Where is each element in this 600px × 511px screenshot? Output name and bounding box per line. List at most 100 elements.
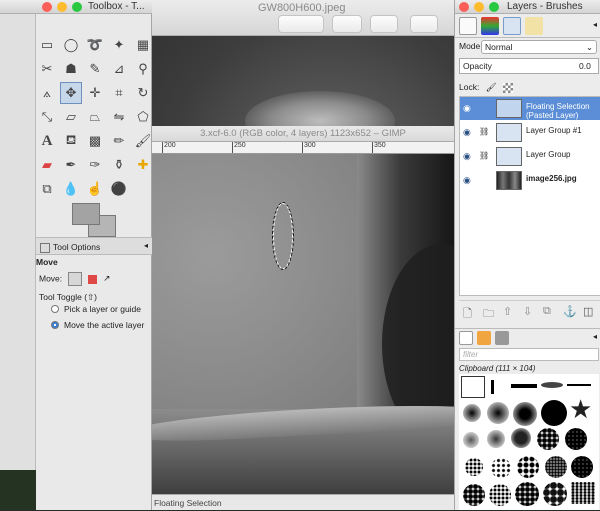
- zoom-tool-icon[interactable]: ⚲: [132, 58, 154, 80]
- ink-icon[interactable]: ✑: [84, 154, 106, 176]
- layer-row[interactable]: ◉ ⛓ Layer Group: [460, 145, 600, 168]
- new-group-icon[interactable]: 🗀: [483, 305, 494, 324]
- tab-menu-icon[interactable]: ◂: [144, 241, 148, 250]
- cage-icon[interactable]: ⬠: [132, 106, 154, 128]
- brush-item[interactable]: [465, 458, 483, 476]
- floating-selection-outline[interactable]: [272, 202, 294, 270]
- dock-close-icon[interactable]: [459, 2, 469, 12]
- brush-filter-input[interactable]: filter: [459, 348, 599, 361]
- layer-row[interactable]: ◉ image256.jpg: [460, 169, 600, 192]
- visibility-eye-icon[interactable]: ◉: [463, 151, 471, 162]
- text-tool-icon[interactable]: A: [36, 130, 58, 152]
- raise-layer-icon[interactable]: ⇧: [503, 305, 512, 318]
- brush-item[interactable]: [541, 382, 563, 388]
- brush-item[interactable]: [537, 428, 559, 450]
- paths-icon[interactable]: ✎: [84, 58, 106, 80]
- scissors-icon[interactable]: ✂: [36, 58, 58, 80]
- foreground-color[interactable]: [72, 203, 100, 225]
- brush-item[interactable]: [567, 384, 591, 386]
- brush-item[interactable]: [491, 458, 511, 478]
- markup-button[interactable]: [278, 15, 324, 33]
- duplicate-layer-icon[interactable]: ⧉: [543, 305, 551, 318]
- flip-icon[interactable]: ⇋: [108, 106, 130, 128]
- opacity-slider[interactable]: Opacity: [459, 58, 599, 74]
- brush-item[interactable]: [571, 482, 595, 504]
- tab-channels-icon[interactable]: [481, 17, 499, 35]
- mode-select[interactable]: Normal ⌄: [481, 40, 597, 54]
- toolbox-button[interactable]: [370, 15, 398, 33]
- visibility-eye-icon[interactable]: ◉: [463, 127, 471, 138]
- brush-item[interactable]: [491, 380, 494, 394]
- tab-tool-options[interactable]: Tool Options: [40, 240, 104, 254]
- chain-icon[interactable]: ⛓: [479, 127, 489, 136]
- visibility-eye-icon[interactable]: ◉: [463, 175, 471, 186]
- scale-icon[interactable]: ⤡: [36, 106, 58, 128]
- canvas[interactable]: [152, 154, 454, 494]
- pencil-icon[interactable]: ✏: [108, 130, 130, 152]
- lower-layer-icon[interactable]: ⇩: [523, 305, 532, 318]
- layer-row[interactable]: ◉ Floating Selection (Pasted Layer): [460, 97, 600, 120]
- brush-item[interactable]: [517, 456, 539, 478]
- color-swatches[interactable]: [72, 203, 120, 237]
- tab-paths-icon[interactable]: [503, 17, 521, 35]
- move-selection-icon[interactable]: [87, 274, 97, 284]
- rect-select-icon[interactable]: ▭: [36, 34, 58, 56]
- move-tool-icon[interactable]: ✥: [60, 82, 82, 104]
- gradient-icon[interactable]: ▩: [84, 130, 106, 152]
- brush-item[interactable]: [487, 430, 505, 448]
- brush-item[interactable]: [463, 432, 479, 448]
- brush-item[interactable]: [571, 456, 593, 478]
- brush-item[interactable]: [463, 404, 481, 422]
- share-button[interactable]: [410, 15, 438, 33]
- opacity-value[interactable]: 0.0: [579, 61, 591, 71]
- eraser-icon[interactable]: ▰: [36, 154, 58, 176]
- lasso-icon[interactable]: ➰: [84, 34, 106, 56]
- brush-item[interactable]: [487, 402, 509, 424]
- tab-gradients-icon[interactable]: [495, 331, 509, 345]
- close-icon[interactable]: [42, 2, 52, 12]
- horizontal-ruler[interactable]: 200 250 300 350: [152, 142, 454, 154]
- perspective-clone-icon[interactable]: ⧉: [36, 178, 58, 200]
- foreground-select-icon[interactable]: ☗: [60, 58, 82, 80]
- zoom-icon[interactable]: [72, 2, 82, 12]
- align-icon[interactable]: ✛: [84, 82, 106, 104]
- lock-alpha-icon[interactable]: [502, 82, 513, 93]
- radio-move-active-layer[interactable]: [51, 321, 59, 329]
- option-move-active-layer-label[interactable]: Move the active layer: [64, 320, 144, 330]
- brush-item[interactable]: [545, 456, 567, 478]
- fuzzy-select-icon[interactable]: ✦: [108, 34, 130, 56]
- ellipse-select-icon[interactable]: ◯: [60, 34, 82, 56]
- brush-tab-menu-icon[interactable]: ◂: [593, 332, 597, 341]
- airbrush-icon[interactable]: ✒: [60, 154, 82, 176]
- minimize-icon[interactable]: [57, 2, 67, 12]
- measure-icon[interactable]: ⟑: [36, 82, 58, 104]
- tab-brushes-icon[interactable]: [459, 331, 473, 345]
- brush-item[interactable]: [511, 384, 537, 388]
- brush-item[interactable]: [463, 484, 485, 506]
- new-layer-icon[interactable]: 🗋: [463, 305, 472, 324]
- anchor-layer-icon[interactable]: ⚓: [563, 305, 577, 318]
- paintbrush-icon[interactable]: 🖌: [132, 130, 154, 152]
- brush-item[interactable]: [565, 428, 587, 450]
- move-path-icon[interactable]: ↗: [103, 273, 110, 283]
- dodge-burn-icon[interactable]: ⚫: [108, 178, 130, 200]
- color-picker-icon[interactable]: ⊿: [108, 58, 130, 80]
- brush-item[interactable]: [489, 484, 511, 506]
- brush-item[interactable]: [515, 482, 539, 506]
- dock-minimize-icon[interactable]: [474, 2, 484, 12]
- crop-icon[interactable]: ⌗: [108, 82, 130, 104]
- bucket-fill-icon[interactable]: ⛾: [60, 130, 82, 152]
- brush-item[interactable]: [511, 428, 531, 448]
- move-layer-icon[interactable]: [67, 272, 82, 286]
- brush-item[interactable]: [543, 482, 567, 506]
- shear-icon[interactable]: ▱: [60, 106, 82, 128]
- option-pick-layer-label[interactable]: Pick a layer or guide: [64, 304, 141, 314]
- mask-icon[interactable]: ◫: [583, 305, 593, 318]
- clipboard-brush[interactable]: [461, 376, 485, 398]
- chain-icon[interactable]: ⛓: [479, 151, 489, 160]
- color-select-icon[interactable]: ▦: [132, 34, 154, 56]
- brush-item[interactable]: [513, 402, 537, 426]
- clone-icon[interactable]: ⚱: [108, 154, 130, 176]
- lock-pixels-icon[interactable]: 🖌: [486, 82, 497, 92]
- tab-patterns-icon[interactable]: [477, 331, 491, 345]
